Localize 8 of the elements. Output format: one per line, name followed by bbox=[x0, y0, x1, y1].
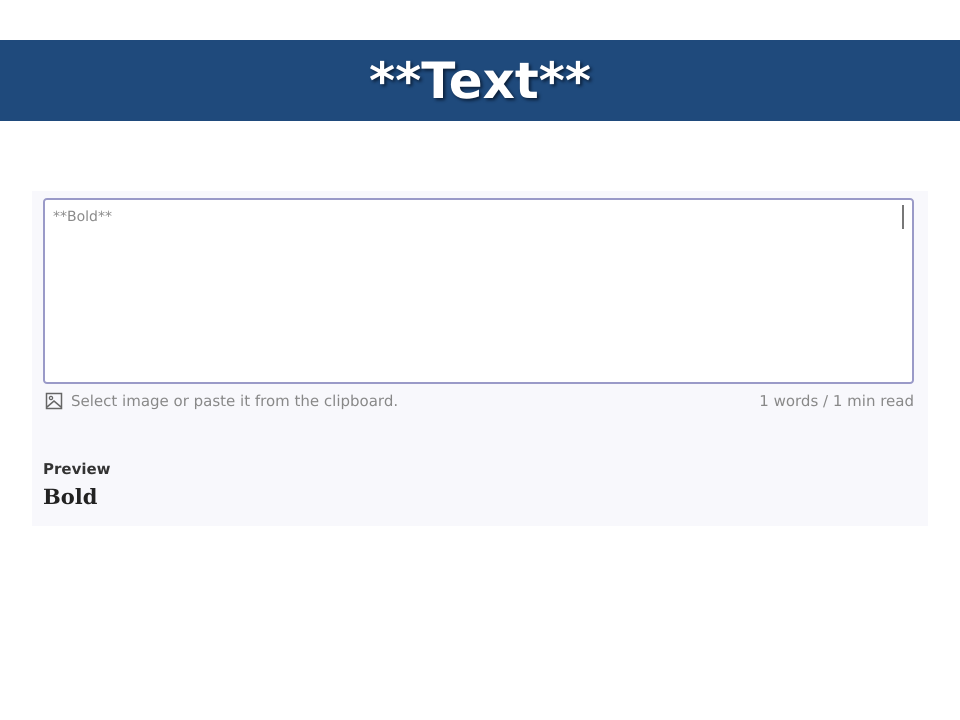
word-count: 1 words / 1 min read bbox=[759, 392, 914, 410]
attach-image-hint[interactable]: Select image or paste it from the clipboard. bbox=[71, 392, 398, 410]
slide-title: **Text** bbox=[368, 52, 592, 110]
text-cursor bbox=[902, 205, 904, 229]
preview-label: Preview bbox=[43, 460, 112, 478]
preview-text: Bold bbox=[43, 484, 98, 509]
markdown-input-field[interactable]: **Bold** bbox=[43, 198, 914, 384]
image-icon[interactable] bbox=[45, 392, 63, 410]
